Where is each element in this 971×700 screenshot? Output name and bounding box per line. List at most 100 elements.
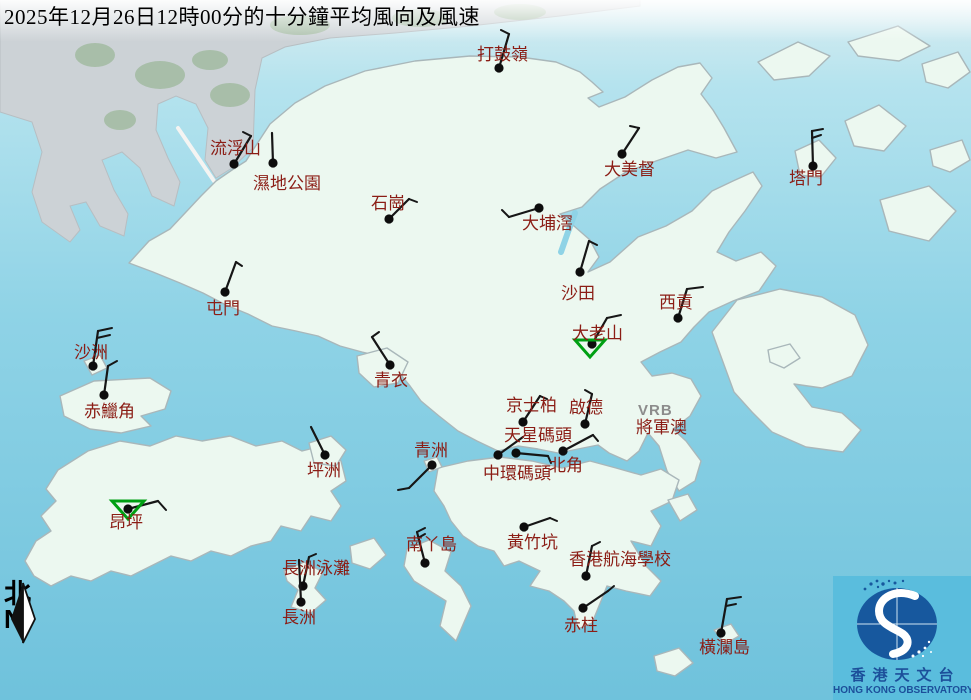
station-label-stanley: 赤柱 <box>564 617 598 634</box>
station-dot <box>494 63 503 72</box>
station-wong-chuk-hang <box>519 518 557 532</box>
vrb-indicator: VRB <box>638 403 673 418</box>
station-label-cheung-chau-beach: 長洲泳灘 <box>282 560 350 577</box>
station-label-sai-kung: 西貢 <box>659 294 693 311</box>
wind-barb-tick <box>812 135 821 138</box>
station-label-shek-kong: 石崗 <box>371 195 405 212</box>
station-star-ferry-pier <box>511 448 551 463</box>
wind-barb-tick <box>608 586 614 591</box>
station-dot <box>575 267 584 276</box>
station-stanley <box>578 586 614 613</box>
station-label-tuen-mun: 屯門 <box>206 300 240 317</box>
wind-barb-tick <box>593 435 598 441</box>
station-dot <box>220 287 229 296</box>
station-label-tsing-yi: 青衣 <box>374 372 408 389</box>
wind-barbs-layer <box>0 0 971 700</box>
station-label-central-pier: 中環碼頭 <box>483 465 551 482</box>
station-tai-mei-tuk <box>617 126 639 159</box>
station-label-star-ferry-pier: 天星碼頭 <box>504 427 572 444</box>
wind-barb-tick <box>550 518 557 521</box>
station-tsing-yi <box>372 332 395 370</box>
wind-shaft <box>580 241 589 272</box>
station-label-hk-sea-school: 香港航海學校 <box>569 551 671 568</box>
wind-barb-tick <box>607 315 621 318</box>
station-label-sha-chau: 沙洲 <box>74 344 108 361</box>
station-dot <box>617 149 626 158</box>
station-dot <box>581 571 590 580</box>
station-label-waglan-island: 橫瀾島 <box>699 639 750 656</box>
wind-barb-tick <box>502 210 509 217</box>
station-label-tap-mun: 塔門 <box>789 170 823 187</box>
wind-barb-tick <box>98 328 112 331</box>
station-dot <box>229 159 238 168</box>
station-dot <box>580 419 589 428</box>
wind-barb-tick <box>108 361 117 366</box>
station-label-sha-tin: 沙田 <box>561 285 595 302</box>
hko-logo-emblem <box>833 576 971 668</box>
wind-barb-tick <box>592 542 600 546</box>
north-arrow-icon <box>2 581 46 645</box>
station-label-north-point: 北角 <box>549 457 583 474</box>
station-dot <box>511 448 520 457</box>
wind-barb-tick <box>372 332 379 337</box>
wind-map-screenshot: 打鼓嶺流浮山濕地公園大美督塔門石崗大埔滘沙田屯門西貢大老山沙洲青衣赤鱲角京士柏啟… <box>0 0 971 700</box>
wind-barb-tick <box>812 129 823 131</box>
station-label-peng-chau: 坪洲 <box>307 462 341 479</box>
wind-barb-tick <box>726 604 736 606</box>
station-dot <box>493 450 502 459</box>
wind-barb-tick <box>630 126 639 128</box>
station-dot <box>558 446 567 455</box>
station-sha-tin <box>575 241 597 277</box>
hko-logo-name-en: HONG KONG OBSERVATORY <box>833 686 971 696</box>
station-label-kings-park: 京士柏 <box>506 397 557 414</box>
station-label-kai-tak: 啟德 <box>569 399 603 416</box>
wind-barb-tick <box>409 199 417 202</box>
station-dot <box>534 203 543 212</box>
wind-barb-tick <box>243 132 251 136</box>
station-label-tseung-kwan-o: 將軍澳 <box>636 419 687 436</box>
station-wetland-park <box>268 133 277 168</box>
station-dot <box>673 313 682 322</box>
station-label-green-island: 青洲 <box>414 442 448 459</box>
wind-shaft <box>409 465 432 488</box>
station-green-island <box>398 460 437 490</box>
station-tap-mun <box>808 129 823 171</box>
station-label-tai-mei-tuk: 大美督 <box>604 161 655 178</box>
station-label-cheung-chau: 長洲 <box>282 609 316 626</box>
wind-shaft <box>622 128 639 154</box>
station-label-tai-po-kau: 大埔滘 <box>522 215 573 232</box>
wind-barb-tick <box>501 30 509 34</box>
wind-barb-tick <box>727 597 741 599</box>
station-label-lamma-island: 南丫島 <box>406 536 457 553</box>
station-dot <box>296 597 305 606</box>
station-dot <box>320 450 329 459</box>
station-dot <box>519 522 528 531</box>
station-peng-chau <box>311 427 330 460</box>
wind-barb-tick <box>589 241 597 245</box>
hko-logo-name-cjk: 香港天文台 <box>833 669 971 684</box>
station-dot <box>384 214 393 223</box>
station-label-wetland-park: 濕地公園 <box>253 175 321 192</box>
station-waglan-island <box>716 597 741 638</box>
station-dot <box>385 360 394 369</box>
hko-logo: 香港天文台 HONG KONG OBSERVATORY <box>833 576 971 700</box>
station-chek-lap-kok <box>99 361 117 400</box>
wind-barb-tick <box>687 287 703 289</box>
wind-barb-tick <box>158 501 166 510</box>
wind-barb-tick <box>309 554 316 557</box>
station-label-lau-fau-shan: 流浮山 <box>210 140 261 157</box>
station-tuen-mun <box>220 262 242 297</box>
station-label-wong-chuk-hang: 黃竹坑 <box>507 534 558 551</box>
station-label-chek-lap-kok: 赤鱲角 <box>84 403 135 420</box>
station-dot <box>427 460 436 469</box>
wind-barb-tick <box>585 390 592 394</box>
wind-shaft <box>516 453 548 456</box>
station-dot <box>99 390 108 399</box>
wind-barb-tick <box>417 528 425 532</box>
wind-barb-tick <box>236 262 242 266</box>
wind-shaft <box>311 427 325 455</box>
station-dot <box>88 361 97 370</box>
station-dot <box>716 628 725 637</box>
station-dot <box>578 603 587 612</box>
wind-barb-tick <box>398 488 409 490</box>
